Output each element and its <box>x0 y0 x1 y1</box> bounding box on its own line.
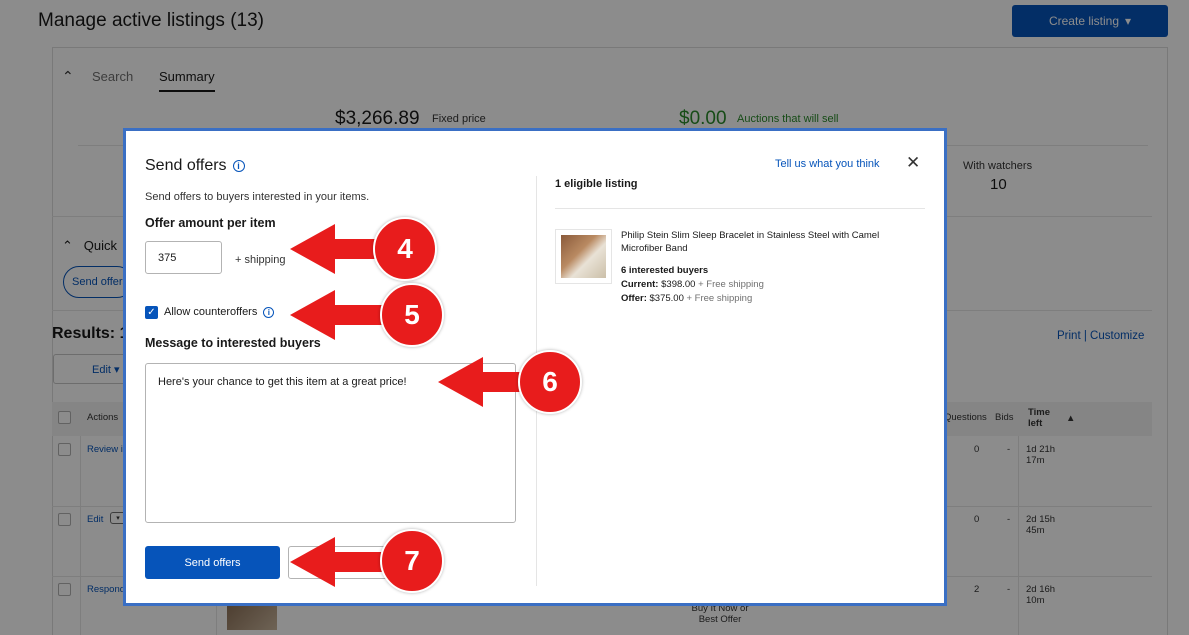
plus-shipping-label: + shipping <box>235 254 286 266</box>
offer-amount-input[interactable] <box>145 241 222 274</box>
eligible-divider <box>555 208 925 209</box>
current-value: $398.00 <box>661 279 696 290</box>
arrow-head <box>290 290 335 340</box>
interested-buyers: 6 interested buyers <box>621 265 709 276</box>
offer-label: Offer: <box>621 293 647 304</box>
info-icon[interactable]: i <box>263 306 275 318</box>
arrow-shaft <box>332 305 382 325</box>
step-number-4: 4 <box>373 217 437 281</box>
arrow-head <box>290 537 335 587</box>
allow-counteroffers-text: Allow counteroffers <box>164 306 258 318</box>
current-price-line: Current: $398.00 + Free shipping <box>621 279 764 290</box>
arrow-shaft <box>332 552 382 572</box>
dialog-title-text: Send offers <box>145 157 227 174</box>
info-icon[interactable]: i <box>232 159 245 172</box>
arrow-head <box>438 357 483 407</box>
step-number-7: 7 <box>380 529 444 593</box>
arrow-head <box>290 224 335 274</box>
allow-counteroffers-label: Allow counteroffers i <box>164 306 275 318</box>
feedback-link[interactable]: Tell us what you think <box>775 158 880 170</box>
close-icon[interactable]: ✕ <box>906 153 920 173</box>
product-title: Philip Stein Slim Sleep Bracelet in Stai… <box>621 230 880 254</box>
dialog-subtitle: Send offers to buyers interested in your… <box>145 191 370 203</box>
product-image <box>555 229 612 284</box>
offer-value: $375.00 <box>649 293 684 304</box>
allow-counteroffers-checkbox[interactable]: ✓ <box>145 306 158 319</box>
offer-shipping: + Free shipping <box>686 293 753 304</box>
send-offers-button[interactable]: Send offers <box>145 546 280 579</box>
dialog-title: Send offers i <box>145 157 245 175</box>
current-shipping: + Free shipping <box>698 279 764 290</box>
offer-price-line: Offer: $375.00 + Free shipping <box>621 293 752 304</box>
offer-amount-label: Offer amount per item <box>145 216 276 230</box>
eligible-listing-count: 1 eligible listing <box>555 178 638 190</box>
current-label: Current: <box>621 279 659 290</box>
step-number-6: 6 <box>518 350 582 414</box>
step-number-5: 5 <box>380 283 444 347</box>
